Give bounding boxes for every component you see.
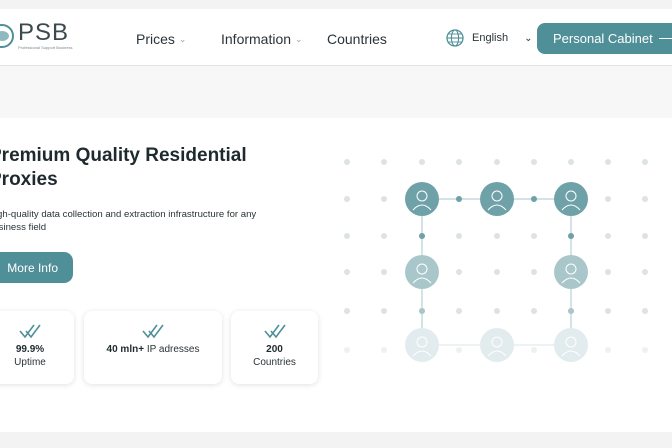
grid-dot: [381, 233, 387, 239]
nav-countries-label: Countries: [327, 31, 387, 47]
stat-value: 200: [266, 344, 283, 355]
grid-dot: [381, 269, 387, 275]
user-node-icon: [554, 255, 588, 289]
personal-cabinet-button[interactable]: Personal Cabinet: [537, 23, 672, 54]
hero-title: Premium Quality Residential Proxies: [0, 145, 247, 190]
language-label: English: [472, 32, 509, 44]
browser-top-strip: [0, 0, 672, 9]
grid-dot: [344, 233, 350, 239]
logo[interactable]: PSB Professional Support Business: [0, 21, 72, 50]
grid-dot: [344, 196, 350, 202]
grid-dot: [456, 159, 462, 165]
stat-card-ip-addresses: 40 mln+ IP adresses: [84, 311, 222, 384]
nav-information[interactable]: Information ⌄: [221, 31, 303, 47]
grid-dot: [344, 308, 350, 314]
grid-dot: [605, 233, 611, 239]
stat-card-countries: 200 Countries: [231, 311, 318, 384]
grid-dot: [456, 233, 462, 239]
stat-label: Uptime: [14, 357, 46, 368]
nav-prices[interactable]: Prices ⌄: [136, 31, 186, 47]
globe-logo-icon: [0, 23, 14, 48]
logo-name: PSB: [18, 19, 70, 46]
nav-prices-label: Prices: [136, 31, 175, 47]
user-node-icon: [405, 182, 439, 216]
grid-dot: [642, 233, 648, 239]
grid-dot: [531, 159, 537, 165]
stat-label: Countries: [253, 357, 296, 368]
arrow-line-icon: [659, 38, 672, 39]
chevron-down-icon: ⌄: [524, 32, 533, 44]
user-node-icon: [405, 328, 439, 362]
stat-card-uptime: 99.9% Uptime: [0, 311, 74, 384]
grid-dot: [381, 159, 387, 165]
nav-information-label: Information: [221, 31, 292, 47]
grid-dot: [605, 269, 611, 275]
grid-dot: [531, 347, 537, 353]
user-node-icon: [480, 182, 514, 216]
grid-dot: [419, 159, 425, 165]
language-selector[interactable]: English ⌄: [446, 29, 532, 47]
double-check-icon: [142, 324, 164, 339]
grid-dot: [531, 308, 537, 314]
grid-dot: [456, 347, 462, 353]
chevron-down-icon: ⌄: [295, 33, 303, 44]
user-node-icon: [554, 182, 588, 216]
stat-value: 40 mln+: [106, 344, 145, 355]
grid-dot: [568, 159, 574, 165]
next-section-edge: [0, 432, 672, 448]
grid-dot: [344, 347, 350, 353]
grid-dot: [642, 159, 648, 165]
grid-dot: [494, 269, 500, 275]
chevron-down-icon: ⌄: [178, 33, 187, 44]
grid-dot: [494, 159, 500, 165]
grid-dot: [456, 308, 462, 314]
grid-dot: [642, 269, 648, 275]
user-node-icon: [480, 328, 514, 362]
nav-countries[interactable]: Countries: [327, 31, 387, 47]
double-check-icon: [263, 324, 286, 339]
grid-dot: [494, 308, 500, 314]
grid-dot: [531, 233, 537, 239]
more-info-label: More Info: [7, 260, 58, 275]
stat-label: IP adresses: [146, 344, 200, 355]
grid-dot: [381, 308, 387, 314]
site-header: PSB Professional Support Business Prices…: [0, 9, 672, 66]
grid-dot: [344, 269, 350, 275]
grid-dot: [381, 196, 387, 202]
grid-dot: [605, 308, 611, 314]
user-node-icon: [554, 328, 588, 362]
grid-dot: [605, 347, 611, 353]
grid-dot: [642, 347, 648, 353]
grid-dot: [381, 347, 387, 353]
hero-subtitle: High-quality data collection and extract…: [0, 209, 257, 233]
grid-dot: [605, 159, 611, 165]
globe-icon: [446, 29, 464, 47]
proxy-network-illustration: [344, 159, 648, 362]
grid-dot: [642, 196, 648, 202]
grid-dot: [494, 233, 500, 239]
grid-dot: [605, 196, 611, 202]
grid-dot: [642, 308, 648, 314]
logo-tagline: Professional Support Business: [18, 45, 73, 50]
double-check-icon: [19, 324, 41, 339]
grid-dot: [344, 159, 350, 165]
grid-dot: [456, 269, 462, 275]
more-info-button[interactable]: More Info: [0, 252, 73, 283]
personal-cabinet-label: Personal Cabinet: [553, 31, 653, 46]
stat-value: 99.9%: [15, 344, 45, 355]
grid-dot: [531, 269, 537, 275]
user-node-icon: [405, 255, 439, 289]
